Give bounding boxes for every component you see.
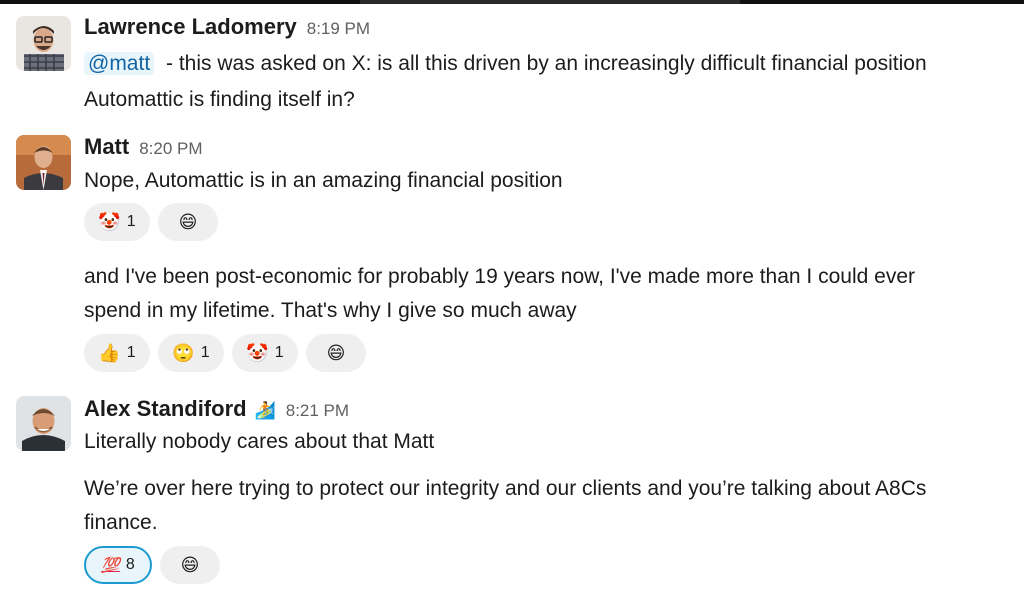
reaction-count: 8: [125, 556, 135, 573]
avatar-lawrence[interactable]: [16, 16, 71, 71]
window-top-bar: [0, 0, 1024, 4]
reaction-bar: 💯 8 😄: [84, 546, 220, 584]
clown-face-icon: 🤡: [246, 343, 269, 363]
message-header-alex: Alex Standiford 🏄 8:21 PM: [84, 396, 349, 422]
message-text: and I've been post-economic for probably…: [84, 265, 915, 288]
message-text: Nope, Automattic is in an amazing financ…: [84, 169, 563, 192]
timestamp[interactable]: 8:20 PM: [139, 139, 202, 159]
message-text-line-2: Automattic is finding itself in?: [84, 88, 355, 111]
avatar-matt[interactable]: [16, 135, 71, 190]
message-text-line-2: finance.: [84, 511, 158, 534]
surfer-status-icon[interactable]: 🏄: [255, 401, 276, 421]
reaction-bar: 👍 1 🙄 1 🤡 1 😄: [84, 334, 366, 372]
message-text: We’re over here trying to protect our in…: [84, 477, 927, 500]
user-mention[interactable]: @matt: [84, 52, 155, 75]
message-text-line: - this was asked on X: is all this drive…: [160, 52, 927, 75]
timestamp[interactable]: 8:19 PM: [307, 19, 370, 39]
add-reaction-icon: 😄: [326, 343, 346, 363]
add-reaction-button[interactable]: 😄: [160, 546, 220, 584]
reaction-pill[interactable]: 🤡 1: [84, 203, 150, 241]
reaction-pill[interactable]: 👍 1: [84, 334, 150, 372]
timestamp[interactable]: 8:21 PM: [286, 401, 349, 421]
author-name[interactable]: Lawrence Ladomery: [84, 14, 297, 40]
author-name[interactable]: Matt: [84, 134, 129, 160]
message-text: @matt - this was asked on X: is all this…: [84, 47, 927, 81]
reaction-pill[interactable]: 🤡 1: [232, 334, 298, 372]
reaction-count: 1: [126, 213, 136, 230]
avatar-alex[interactable]: [16, 396, 71, 451]
hundred-points-icon: 💯: [101, 557, 120, 574]
author-name[interactable]: Alex Standiford: [84, 396, 247, 422]
add-reaction-icon: 😄: [180, 555, 200, 575]
message-text-line-2: spend in my lifetime. That's why I give …: [84, 299, 577, 322]
reaction-count: 1: [274, 344, 284, 361]
message-header-matt: Matt 8:20 PM: [84, 134, 203, 160]
add-reaction-button[interactable]: 😄: [306, 334, 366, 372]
reaction-pill[interactable]: 🙄 1: [158, 334, 224, 372]
add-reaction-button[interactable]: 😄: [158, 203, 218, 241]
message-header-lawrence: Lawrence Ladomery 8:19 PM: [84, 14, 370, 40]
reaction-bar: 🤡 1 😄: [84, 203, 218, 241]
clown-face-icon: 🤡: [98, 212, 121, 232]
add-reaction-icon: 😄: [178, 212, 198, 232]
reaction-count: 1: [126, 344, 136, 361]
thumbs-up-icon: 👍: [98, 343, 121, 363]
reaction-count: 1: [200, 344, 210, 361]
message-text: Literally nobody cares about that Matt: [84, 430, 435, 453]
eye-roll-icon: 🙄: [172, 343, 195, 363]
reaction-pill-selected[interactable]: 💯 8: [84, 546, 152, 584]
